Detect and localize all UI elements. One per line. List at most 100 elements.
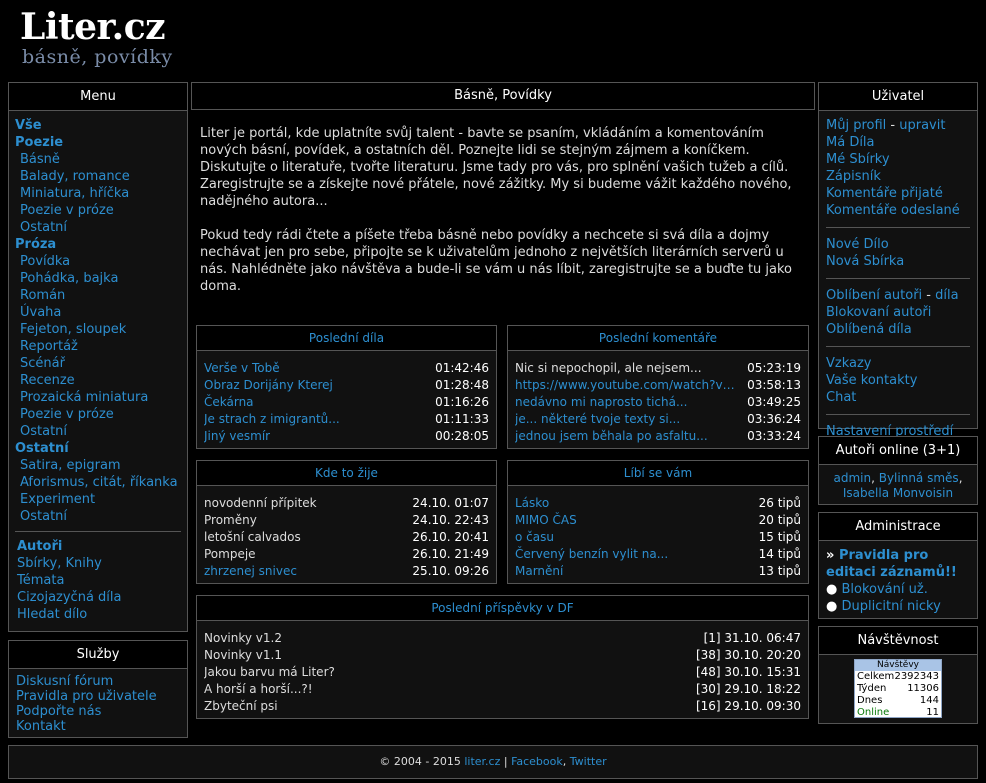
admin-link[interactable]: Duplicitní nicky: [841, 599, 940, 614]
forum-header[interactable]: Poslední příspěvky v DF: [197, 596, 808, 621]
row-title[interactable]: je... některé tvoje texty si...: [515, 411, 680, 428]
online-user-link[interactable]: Isabella Monvoisin: [843, 486, 953, 500]
menu-item[interactable]: Próza: [15, 236, 187, 253]
row-value: [30] 29.10. 18:22: [695, 682, 801, 696]
user-menu-link[interactable]: Chat: [826, 389, 977, 406]
recent-works-header[interactable]: Poslední díla: [197, 326, 496, 351]
menu-item[interactable]: Recenze: [15, 372, 187, 389]
row-title[interactable]: Jakou barvu má Liter?: [204, 664, 335, 681]
likes-header[interactable]: Líbí se vám: [508, 461, 808, 486]
user-menu-link[interactable]: Vzkazy: [826, 355, 977, 372]
menu-divider: [15, 531, 181, 532]
user-menu-link[interactable]: Komentáře přijaté: [826, 185, 977, 202]
user-menu-link[interactable]: Vaše kontakty: [826, 372, 977, 389]
menu-item[interactable]: Vše: [15, 117, 187, 134]
user-menu-link[interactable]: Nová Sbírka: [826, 253, 977, 270]
row-title[interactable]: MIMO ČAS: [515, 512, 577, 529]
menu-item[interactable]: Ostatní: [15, 440, 187, 457]
user-menu: Můj profil - upravit Má Díla Mé Sbírky Záp…: [819, 111, 977, 457]
online-header: Autoři online (3+1): [819, 437, 977, 465]
row-title[interactable]: A horší a horší...?!: [204, 681, 313, 698]
row-title[interactable]: Zbyteční psi: [204, 698, 278, 715]
menu-item[interactable]: Témata: [15, 572, 187, 589]
menu-item[interactable]: Básně: [15, 151, 187, 168]
counter-title: Návštěvy: [855, 660, 941, 671]
menu-item[interactable]: Sbírky, Knihy: [15, 555, 187, 572]
favorite-works-short-link[interactable]: díla: [935, 288, 958, 303]
menu-item[interactable]: Povídka: [15, 253, 187, 270]
row-title[interactable]: Červený benzín vylit na...: [515, 546, 668, 563]
menu-item[interactable]: Fejeton, sloupek: [15, 321, 187, 338]
row-title[interactable]: o času: [515, 529, 554, 546]
menu-item[interactable]: Pohádka, bajka: [15, 270, 187, 287]
menu-item[interactable]: Poezie v próze: [15, 406, 187, 423]
service-link[interactable]: Kontakt: [16, 719, 187, 734]
row-title[interactable]: Proměny: [204, 512, 257, 529]
row-title[interactable]: novodenní přípitek: [204, 495, 317, 512]
menu-item[interactable]: Ostatní: [15, 423, 187, 440]
menu-item[interactable]: Prozaická miniatura: [15, 389, 187, 406]
menu-item[interactable]: Autoři: [15, 538, 187, 555]
row-title[interactable]: jednou jsem běhala po asfaltu...: [515, 428, 708, 445]
user-menu-link[interactable]: Nové Dílo: [826, 236, 977, 253]
row-title[interactable]: Nic si nepochopil, ale nejsem...: [515, 360, 702, 377]
menu-item[interactable]: Miniatura, hříčka: [15, 185, 187, 202]
user-menu-link[interactable]: Komentáře odeslané: [826, 202, 977, 219]
menu-item[interactable]: Román: [15, 287, 187, 304]
row-title[interactable]: letošní calvados: [204, 529, 301, 546]
site-link[interactable]: liter.cz: [464, 755, 500, 768]
row-title[interactable]: Obraz Dorijány Kterej: [204, 377, 333, 394]
where-alive-header[interactable]: Kde to žije: [197, 461, 496, 486]
menu-item[interactable]: Cizojazyčná díla: [15, 589, 187, 606]
online-user-link[interactable]: Bylinná směs: [879, 471, 959, 485]
counter-value: 2392343: [894, 671, 939, 682]
online-user-link[interactable]: admin: [833, 471, 871, 485]
favorite-authors-link[interactable]: Oblíbení autoři: [826, 288, 922, 303]
row-title[interactable]: Lásko: [515, 495, 549, 512]
row-title[interactable]: Novinky v1.2: [204, 630, 282, 647]
menu-item[interactable]: Satira, epigram: [15, 457, 187, 474]
menu-item[interactable]: Aforismus, citát, říkanka: [15, 474, 187, 491]
menu-item[interactable]: Scénář: [15, 355, 187, 372]
row-title[interactable]: Novinky v1.1: [204, 647, 282, 664]
row-title[interactable]: Verše v Tobě: [204, 360, 280, 377]
menu-item[interactable]: Poezie: [15, 134, 187, 151]
row-title[interactable]: nedávno mi naprosto tichá...: [515, 394, 687, 411]
site-logo[interactable]: Liter.cz: [20, 6, 166, 48]
service-link[interactable]: Diskusní fórum: [16, 674, 187, 689]
menu-item[interactable]: Úvaha: [15, 304, 187, 321]
user-menu-link[interactable]: Zápisník: [826, 168, 977, 185]
row-title[interactable]: https://www.youtube.com/watch?v=...: [515, 377, 739, 394]
menu-item[interactable]: Ostatní: [15, 219, 187, 236]
menu-item[interactable]: Hledat dílo: [15, 606, 187, 623]
admin-link[interactable]: Blokování už.: [841, 582, 927, 597]
my-profile-link[interactable]: Můj profil: [826, 118, 886, 133]
recent-comments-header[interactable]: Poslední komentáře: [508, 326, 808, 351]
menu-item[interactable]: Ostatní: [15, 508, 187, 525]
row-title[interactable]: Čekárna: [204, 394, 254, 411]
user-menu-link[interactable]: Blokovaní autoři: [826, 304, 977, 321]
user-menu-link[interactable]: Oblíbená díla: [826, 321, 977, 338]
row-title[interactable]: zhrzenej snivec: [204, 563, 297, 580]
list-row: Obraz Dorijány Kterej 01:28:48: [204, 377, 489, 394]
rules-link[interactable]: Pravidla pro editaci záznamů!!: [826, 548, 957, 580]
service-link[interactable]: Pravidla pro uživatele: [16, 689, 187, 704]
row-title[interactable]: Pompeje: [204, 546, 256, 563]
user-header: Uživatel: [819, 83, 977, 111]
service-link[interactable]: Podpořte nás: [16, 704, 187, 719]
bullet-icon: ●: [826, 582, 838, 597]
row-title[interactable]: Je strach z imigrantů...: [204, 411, 340, 428]
visit-counter[interactable]: Návštěvy Celkem 2392343 Týden 11306 Dnes 14…: [854, 659, 942, 718]
row-title[interactable]: Jiný vesmír: [204, 428, 270, 445]
edit-profile-link[interactable]: upravit: [899, 118, 945, 133]
menu-item[interactable]: Poezie v próze: [15, 202, 187, 219]
row-title[interactable]: Marnění: [515, 563, 563, 580]
user-menu-link[interactable]: Mé Sbírky: [826, 151, 977, 168]
menu-item[interactable]: Reportáž: [15, 338, 187, 355]
user-menu-link[interactable]: Má Díla: [826, 134, 977, 151]
twitter-link[interactable]: Twitter: [570, 755, 607, 768]
menu-item[interactable]: Experiment: [15, 491, 187, 508]
forum-panel: Poslední příspěvky v DF Novinky v1.2 [1] …: [196, 595, 809, 719]
facebook-link[interactable]: Facebook: [511, 755, 563, 768]
menu-item[interactable]: Balady, romance: [15, 168, 187, 185]
